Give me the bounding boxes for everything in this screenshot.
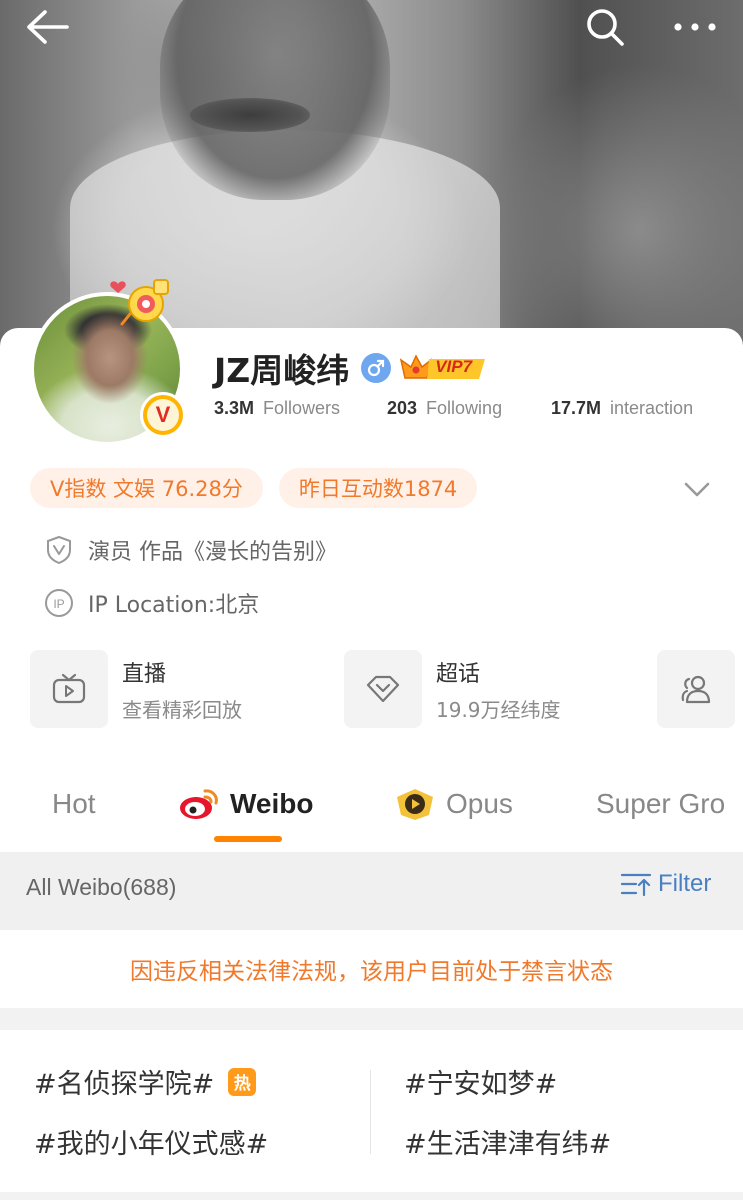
avatar-decoration-icon bbox=[106, 274, 176, 330]
fan-group-entry[interactable] bbox=[657, 650, 735, 728]
topic-text: #宁安如梦# bbox=[404, 1069, 558, 1100]
vip-badge[interactable]: VIP7 bbox=[399, 350, 491, 386]
tab-super-group[interactable]: Super Gro bbox=[596, 782, 725, 826]
tab-opus[interactable]: Opus bbox=[394, 782, 513, 826]
tab-weibo[interactable]: Weibo bbox=[178, 782, 313, 826]
badge-pills: V指数 文娱 76.28分 昨日互动数1874 bbox=[30, 468, 478, 508]
following-count: 203 bbox=[387, 398, 418, 418]
tab-super-group-label: Super Gro bbox=[596, 788, 726, 819]
male-gender-icon bbox=[361, 353, 392, 383]
topic-item[interactable]: #名侦探学院# 热 bbox=[34, 1062, 257, 1101]
interaction-label: interaction bbox=[610, 398, 694, 418]
diamond-icon bbox=[344, 650, 422, 728]
topic-text: #我的小年仪式感# bbox=[34, 1129, 269, 1160]
filter-label: Filter bbox=[658, 870, 712, 897]
ip-location-text: IP Location:北京 bbox=[88, 593, 260, 618]
opus-icon bbox=[394, 787, 436, 821]
shield-v-icon bbox=[44, 535, 74, 565]
ip-location-row: IP IP Location:北京 bbox=[44, 583, 259, 623]
topic-item[interactable]: #宁安如梦# bbox=[404, 1062, 557, 1101]
super-topic-entry[interactable]: 超话 19.9万经纬度 bbox=[344, 650, 561, 728]
more-dots-icon[interactable] bbox=[672, 4, 718, 50]
filter-sort-icon bbox=[620, 871, 652, 897]
verified-v-icon: V bbox=[140, 392, 186, 438]
super-topic-title: 超话 bbox=[436, 661, 481, 687]
topic-item[interactable]: #生活津津有纬# bbox=[404, 1122, 611, 1161]
followers-label: Followers bbox=[263, 398, 341, 418]
followers-count: 3.3M bbox=[214, 398, 255, 418]
vip-label: VIP7 bbox=[435, 357, 473, 376]
live-subtitle: 查看精彩回放 bbox=[122, 697, 242, 722]
topic-grid: #名侦探学院# 热 #宁安如梦# #我的小年仪式感# #生活津津有纬# bbox=[0, 1030, 743, 1192]
active-tab-indicator bbox=[214, 836, 282, 842]
tab-opus-label: Opus bbox=[446, 788, 513, 819]
all-weibo-count: All Weibo(688) bbox=[26, 874, 177, 900]
tab-hot[interactable]: Hot bbox=[52, 782, 96, 826]
hot-badge: 热 bbox=[228, 1067, 257, 1096]
name-row: JZ周峻纬 VIP7 bbox=[214, 346, 491, 390]
group-users-icon bbox=[657, 650, 735, 728]
feed-filter-bar: All Weibo(688) Filter bbox=[0, 852, 743, 930]
tab-hot-label: Hot bbox=[52, 788, 96, 819]
svg-text:IP: IP bbox=[53, 597, 64, 611]
tab-weibo-label: Weibo bbox=[230, 788, 314, 819]
live-entry[interactable]: 直播 查看精彩回放 bbox=[30, 650, 242, 728]
cover-lips-shape bbox=[190, 98, 310, 132]
topic-text: #生活津津有纬# bbox=[404, 1129, 612, 1160]
username: JZ周峻纬 bbox=[214, 351, 350, 390]
mute-notice: 因违反相关法律法规，该用户目前处于禁言状态 bbox=[0, 930, 743, 1008]
super-topic-subtitle: 19.9万经纬度 bbox=[436, 697, 561, 722]
verified-mark: V bbox=[155, 402, 171, 427]
interaction-count: 17.7M bbox=[551, 398, 602, 418]
following-label: Following bbox=[426, 398, 503, 418]
daily-interaction-pill[interactable]: 昨日互动数1874 bbox=[278, 468, 478, 508]
weibo-logo-icon bbox=[178, 787, 220, 821]
profile-tabs: Hot Weibo Opus Super Gro bbox=[0, 766, 743, 852]
ip-icon: IP bbox=[44, 588, 74, 618]
tv-icon bbox=[30, 650, 108, 728]
chevron-down-icon[interactable] bbox=[680, 474, 714, 504]
stat-following[interactable]: 203 Following bbox=[387, 398, 551, 419]
v-index-pill[interactable]: V指数 文娱 76.28分 bbox=[30, 468, 263, 508]
stats-row: 3.3M Followers 203 Following 17.7M inter… bbox=[214, 398, 693, 426]
stat-interaction[interactable]: 17.7M interaction bbox=[551, 398, 693, 419]
bio-row: 演员 作品《漫长的告别》 bbox=[44, 530, 337, 570]
back-arrow-icon[interactable] bbox=[24, 4, 70, 50]
topic-divider bbox=[370, 1070, 371, 1154]
live-title: 直播 bbox=[122, 661, 167, 687]
stat-followers[interactable]: 3.3M Followers bbox=[214, 398, 387, 419]
filter-button[interactable]: Filter bbox=[620, 870, 711, 898]
bio-text: 演员 作品《漫长的告别》 bbox=[88, 540, 337, 565]
topic-text: #名侦探学院# bbox=[34, 1069, 215, 1100]
feature-entries: 直播 查看精彩回放 超话 19.9万经纬度 bbox=[30, 650, 743, 730]
search-icon[interactable] bbox=[582, 4, 628, 50]
topic-item[interactable]: #我的小年仪式感# bbox=[34, 1122, 268, 1161]
